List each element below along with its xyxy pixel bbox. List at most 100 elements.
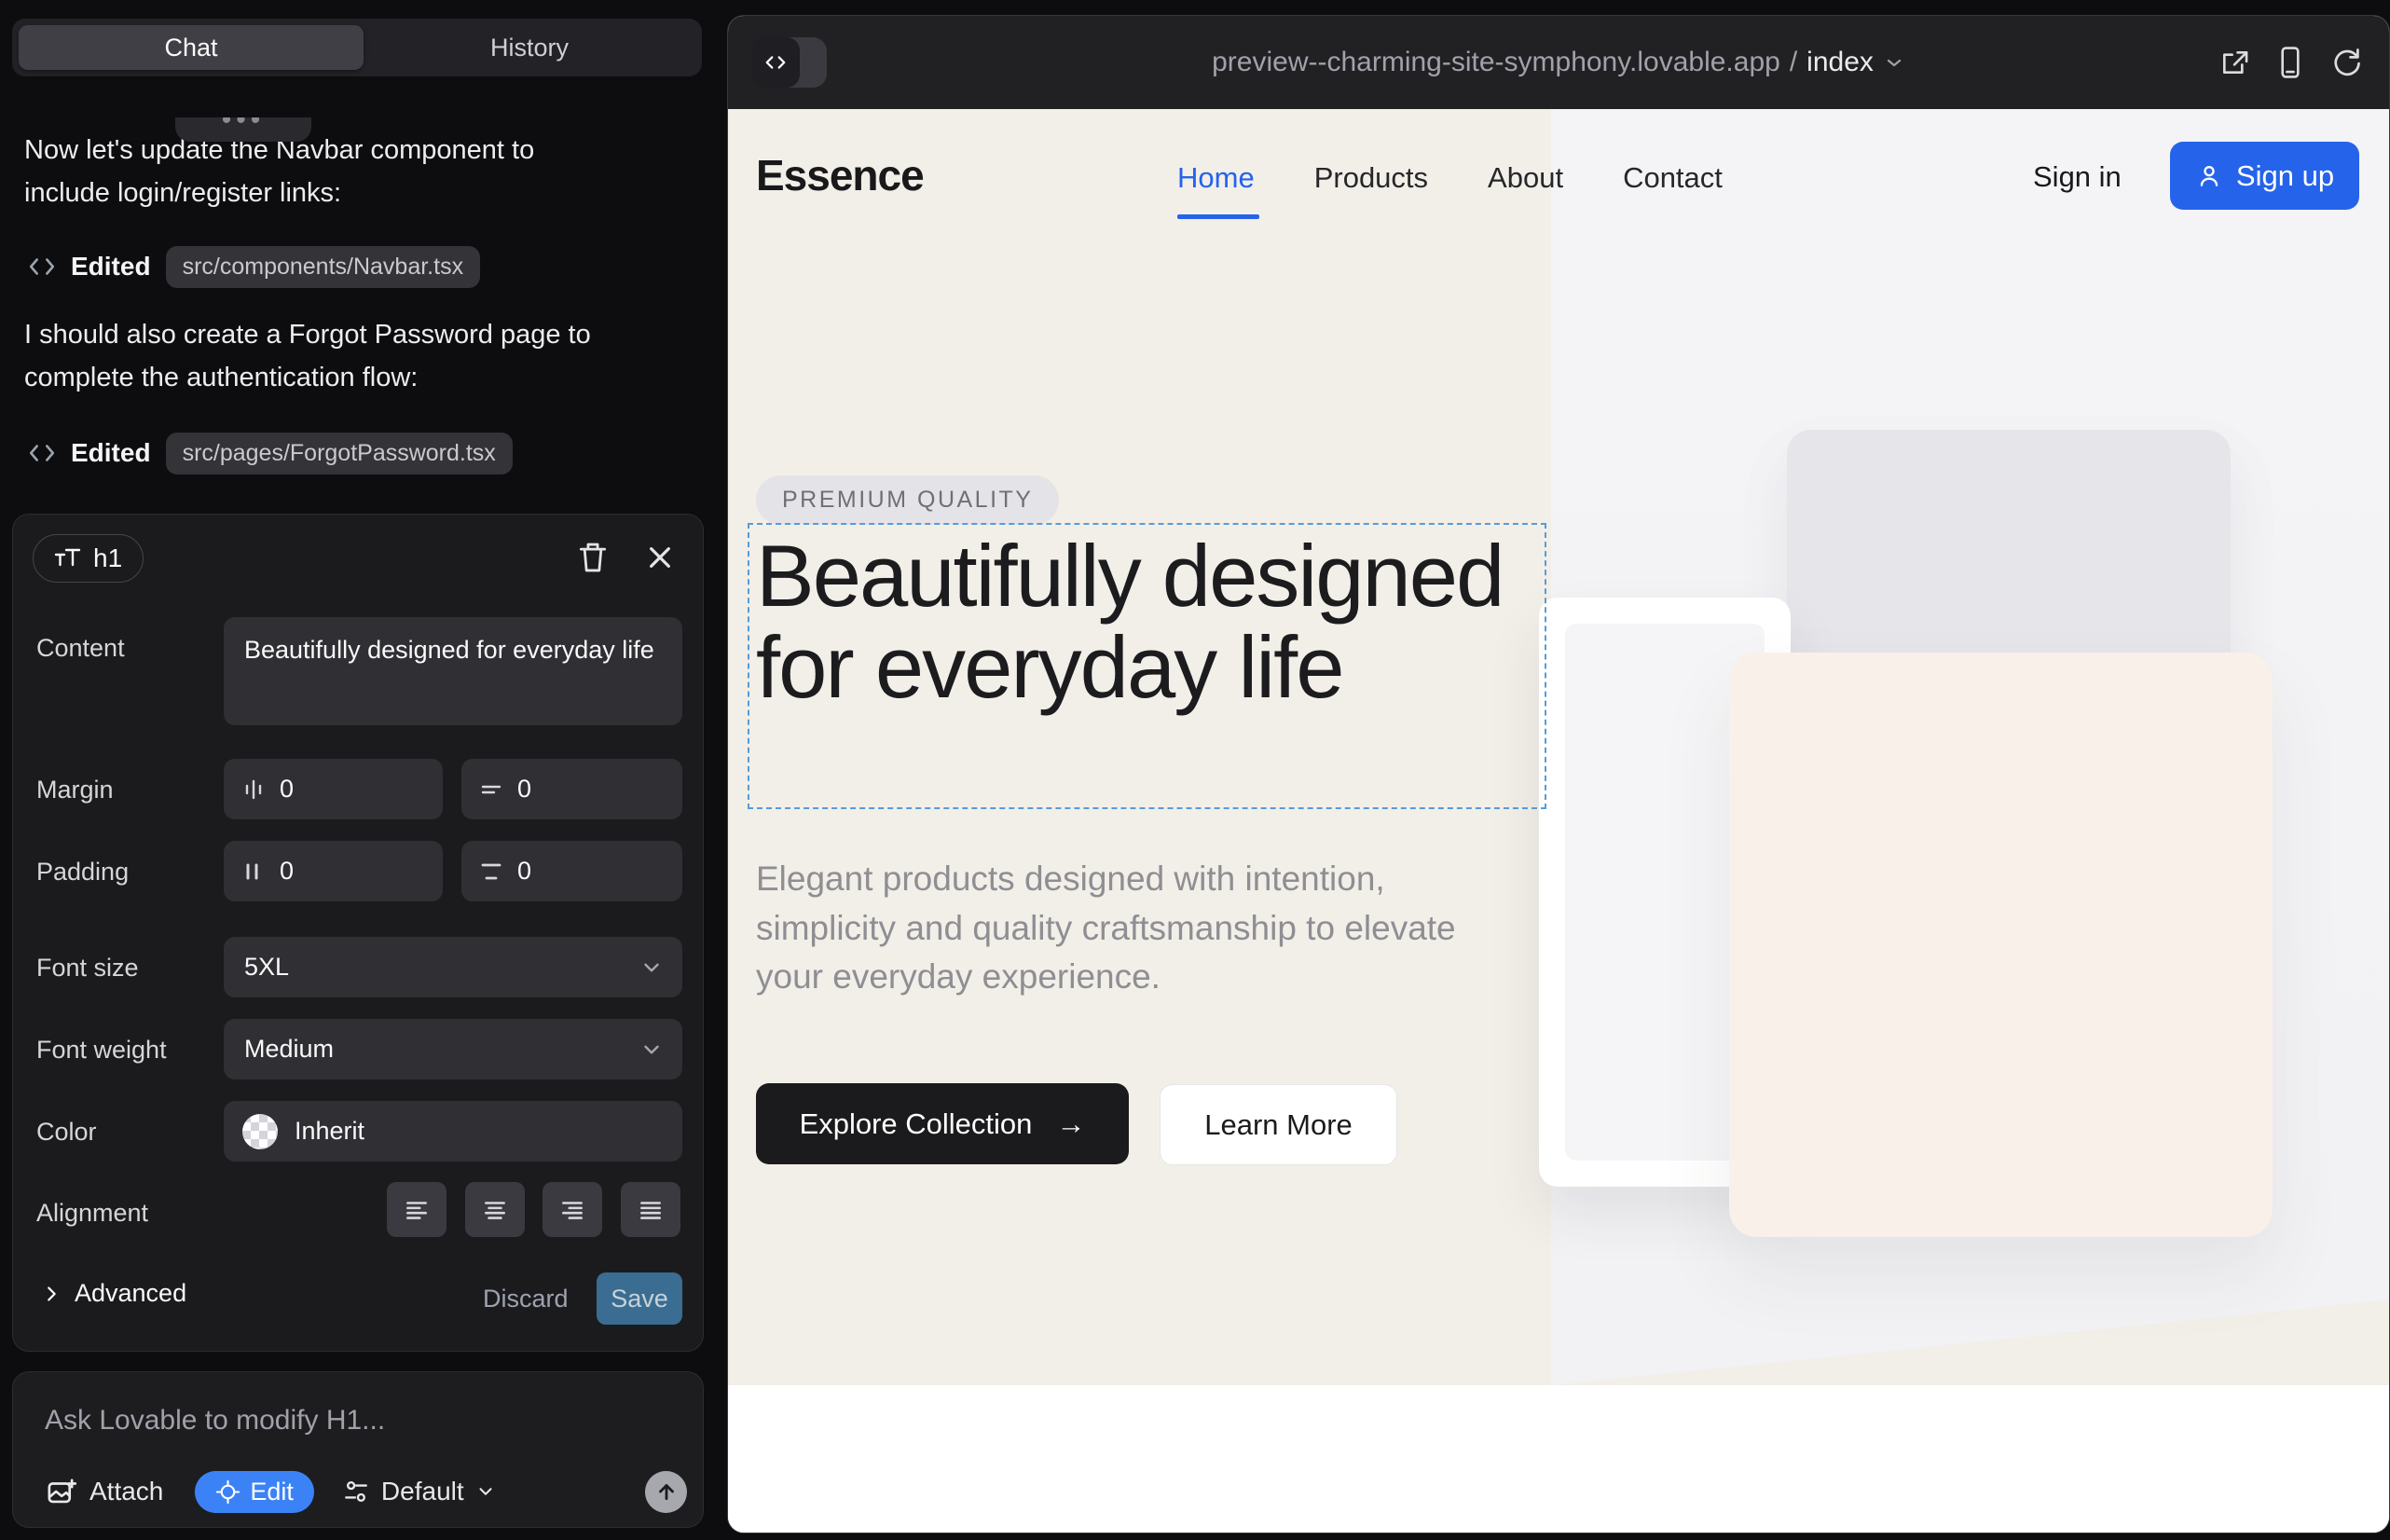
- file-chip[interactable]: src/pages/ForgotPassword.tsx: [166, 433, 513, 474]
- element-editor-panel: h1 Content Beautifully designed for ever…: [12, 514, 704, 1352]
- next-section: [728, 1385, 2390, 1533]
- attach-image-icon: [45, 1476, 76, 1507]
- discard-button[interactable]: Discard: [483, 1285, 569, 1313]
- tab-chat[interactable]: Chat: [19, 25, 364, 70]
- arrow-up-icon: [654, 1479, 679, 1504]
- align-justify-button[interactable]: [621, 1182, 680, 1237]
- color-select[interactable]: Inherit: [224, 1101, 682, 1162]
- scrolled-message-peek[interactable]: •••: [175, 117, 311, 142]
- margin-x-input[interactable]: 0: [224, 759, 443, 819]
- align-right-button[interactable]: [543, 1182, 602, 1237]
- user-icon: [2195, 162, 2223, 190]
- close-editor-button[interactable]: [639, 537, 680, 578]
- align-right-icon: [558, 1196, 586, 1224]
- chat-message: Now let's update the Navbar component to…: [24, 129, 621, 215]
- font-size-label: Font size: [36, 954, 139, 983]
- font-weight-label: Font weight: [36, 1036, 167, 1065]
- composer-input[interactable]: Ask Lovable to modify H1...: [45, 1405, 385, 1437]
- trash-icon: [576, 540, 610, 575]
- chevron-right-icon: [41, 1284, 62, 1304]
- chevron-down-icon: [639, 956, 664, 980]
- sign-up-button[interactable]: Sign up: [2170, 142, 2359, 210]
- font-size-select[interactable]: 5XL: [224, 937, 682, 997]
- edited-label: Edited: [71, 438, 151, 468]
- font-weight-select[interactable]: Medium: [224, 1019, 682, 1079]
- align-left-button[interactable]: [387, 1182, 446, 1237]
- arrow-right-icon: →: [1056, 1107, 1085, 1141]
- composer-toolbar: Attach Edit Default: [45, 1469, 687, 1514]
- save-button[interactable]: Save: [597, 1272, 682, 1325]
- model-default-select[interactable]: Default: [342, 1477, 496, 1506]
- url-domain: preview--charming-site-symphony.lovable.…: [1212, 47, 1780, 78]
- smartphone-icon: [2273, 45, 2307, 80]
- close-icon: [645, 543, 675, 572]
- edited-label: Edited: [71, 252, 151, 282]
- target-icon: [215, 1479, 240, 1505]
- color-label: Color: [36, 1118, 97, 1147]
- sliders-icon: [342, 1478, 370, 1506]
- hero-badge: PREMIUM QUALITY: [756, 475, 1059, 525]
- element-tag-pill[interactable]: h1: [33, 534, 144, 583]
- decorative-card-beige: [1729, 653, 2273, 1237]
- external-link-icon: [2217, 45, 2252, 80]
- chevron-down-icon: [1883, 51, 1905, 74]
- align-center-icon: [481, 1196, 509, 1224]
- sign-in-link[interactable]: Sign in: [2033, 160, 2122, 194]
- active-nav-underline: [1177, 214, 1259, 219]
- nav-link-home[interactable]: Home: [1177, 161, 1255, 195]
- url-page: index: [1806, 47, 1874, 78]
- align-justify-icon: [637, 1196, 665, 1224]
- site-logo[interactable]: Essence: [756, 150, 924, 200]
- padding-y-icon: [478, 859, 504, 885]
- advanced-toggle[interactable]: Advanced: [41, 1279, 186, 1308]
- edited-file-row: Edited src/pages/ForgotPassword.tsx: [28, 431, 513, 475]
- padding-x-input[interactable]: 0: [224, 841, 443, 901]
- ellipsis-icon: •••: [175, 117, 311, 136]
- site-canvas: Essence Home Products About Contact Sign…: [728, 109, 2390, 1533]
- lovable-sidebar: ••• Chat History Now let's update the Na…: [0, 0, 727, 1540]
- hero-headline[interactable]: Beautifully designed for everyday life: [756, 530, 1530, 713]
- type-icon: [54, 547, 82, 570]
- url-bar[interactable]: preview--charming-site-symphony.lovable.…: [728, 16, 2389, 109]
- open-in-new-tab-button[interactable]: [2216, 44, 2253, 81]
- chevron-down-icon: [475, 1481, 496, 1502]
- alignment-label: Alignment: [36, 1199, 148, 1228]
- learn-more-button[interactable]: Learn More: [1160, 1084, 1397, 1165]
- padding-y-input[interactable]: 0: [461, 841, 682, 901]
- file-chip[interactable]: src/components/Navbar.tsx: [166, 246, 481, 288]
- preview-toolbar: preview--charming-site-symphony.lovable.…: [728, 16, 2389, 109]
- tab-history[interactable]: History: [364, 25, 695, 70]
- content-input[interactable]: Beautifully designed for everyday life: [224, 617, 682, 725]
- margin-y-icon: [478, 777, 504, 803]
- hero-subtext: Elegant products designed with intention…: [756, 855, 1502, 1002]
- nav-link-contact[interactable]: Contact: [1623, 161, 1723, 195]
- align-center-button[interactable]: [465, 1182, 525, 1237]
- nav-link-about[interactable]: About: [1488, 161, 1563, 195]
- preview-window: preview--charming-site-symphony.lovable.…: [727, 15, 2390, 1533]
- padding-label: Padding: [36, 858, 129, 887]
- site-nav: Home Products About Contact: [1177, 161, 1723, 195]
- padding-x-icon: [240, 859, 267, 885]
- nav-link-products[interactable]: Products: [1314, 161, 1428, 195]
- attach-button[interactable]: Attach: [45, 1476, 163, 1507]
- refresh-icon: [2329, 46, 2363, 79]
- edit-mode-button[interactable]: Edit: [195, 1471, 314, 1513]
- chat-message: I should also create a Forgot Password p…: [24, 313, 621, 400]
- margin-x-icon: [240, 777, 267, 803]
- edited-file-row: Edited src/components/Navbar.tsx: [28, 244, 480, 289]
- element-tag-label: h1: [93, 543, 122, 573]
- color-swatch: [242, 1114, 278, 1149]
- mobile-view-button[interactable]: [2272, 44, 2309, 81]
- margin-label: Margin: [36, 776, 114, 804]
- explore-collection-button[interactable]: Explore Collection →: [756, 1083, 1129, 1164]
- chat-history-tabs: Chat History: [12, 19, 702, 76]
- margin-y-input[interactable]: 0: [461, 759, 682, 819]
- chevron-down-icon: [639, 1038, 664, 1062]
- refresh-button[interactable]: [2328, 44, 2365, 81]
- code-icon: [28, 254, 56, 279]
- delete-element-button[interactable]: [572, 537, 613, 578]
- content-label: Content: [36, 634, 125, 663]
- chat-composer: Ask Lovable to modify H1... Attach Edit: [12, 1371, 704, 1528]
- align-left-icon: [403, 1196, 431, 1224]
- send-button[interactable]: [645, 1471, 687, 1513]
